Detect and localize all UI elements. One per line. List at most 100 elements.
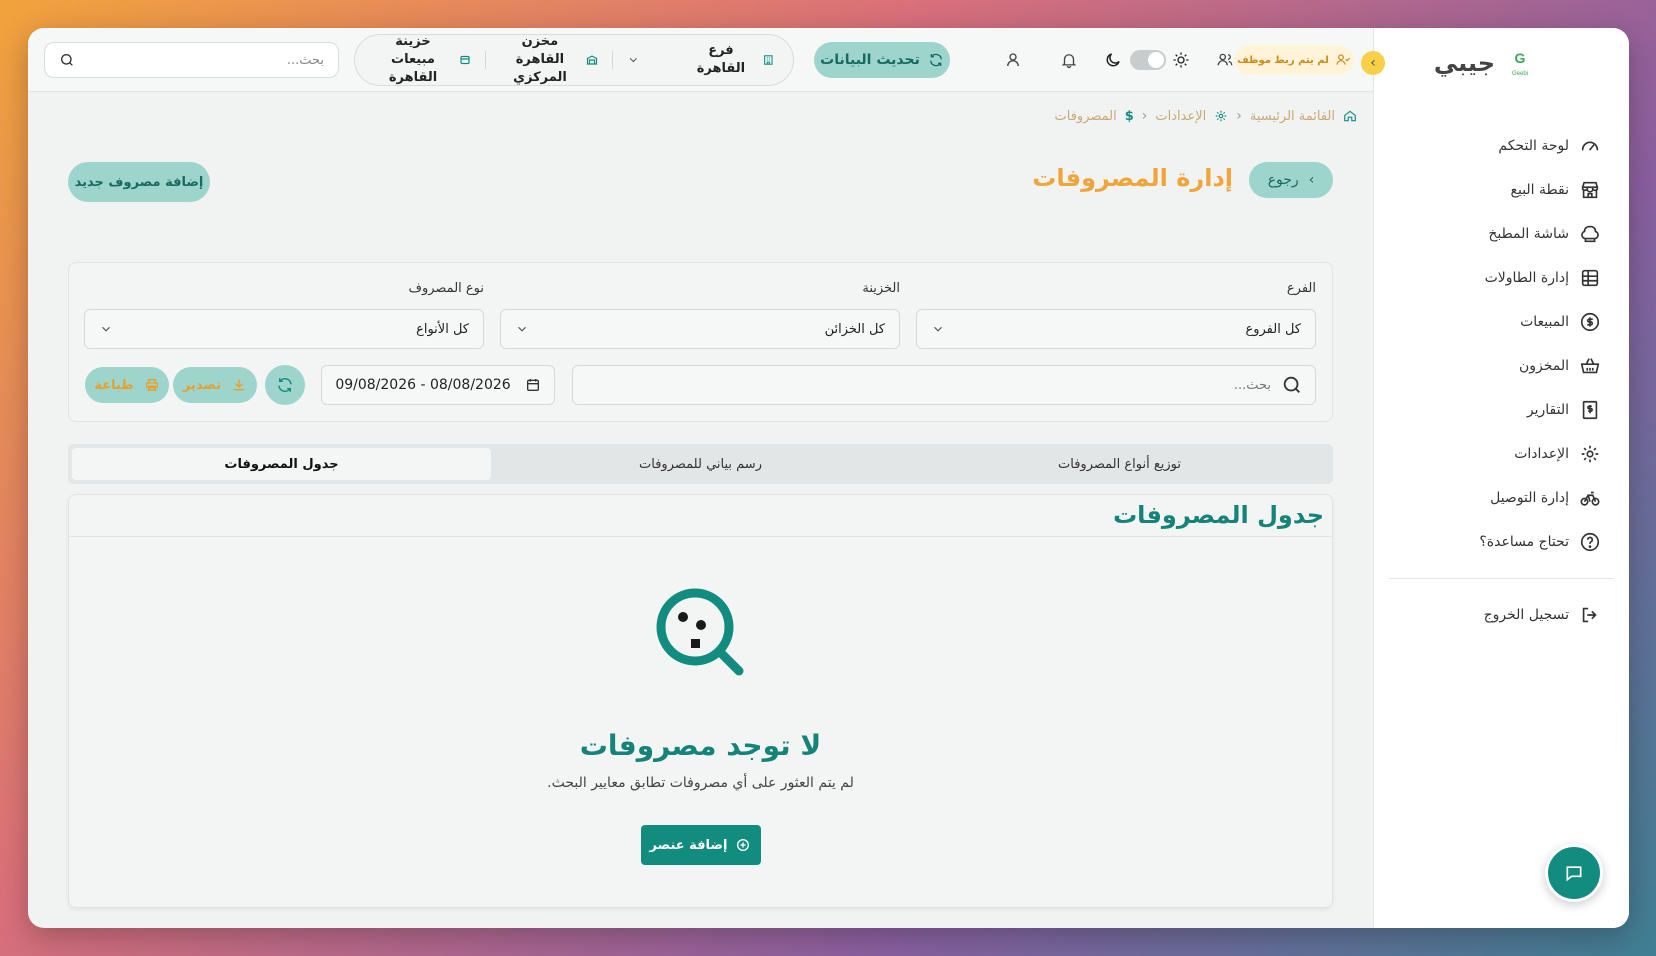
card-header: جدول المصروفات [69, 495, 1332, 537]
sidebar-item-settings[interactable]: الإعدادات [1373, 432, 1629, 476]
view-tabs: توزيع أنواع المصروفات رسم بياني للمصروفا… [68, 444, 1333, 484]
search-placeholder: بحث... [286, 52, 324, 68]
calendar-icon [526, 379, 539, 391]
sidebar-item-label: تحتاج مساعدة؟ [1479, 534, 1569, 550]
sidebar-item-dashboard[interactable]: لوحة التحكم [1373, 124, 1629, 168]
branch-selector[interactable]: فرع القاهرة [627, 42, 775, 78]
brand-name: جيبي [1433, 49, 1495, 77]
date-range-value: 09/08/2026 - 08/08/2026 [335, 377, 511, 393]
sidebar-item-label: إدارة الطاولات [1484, 270, 1569, 286]
sidebar-divider [1389, 578, 1613, 579]
export-button[interactable]: تصدير [173, 367, 257, 403]
refresh-data-button[interactable]: تحديث البيانات [814, 42, 950, 78]
refresh-label: تحديث البيانات [820, 52, 920, 68]
home-icon [1344, 110, 1356, 122]
page-title: إدارة المصروفات [1032, 164, 1233, 192]
type-filter-select[interactable]: كل الأنواع [84, 309, 484, 349]
refresh-icon [929, 53, 942, 67]
brand-logo: G Geebi [1507, 48, 1533, 78]
search-icon [60, 54, 73, 66]
sidebar-item-label: الإعدادات [1514, 446, 1569, 462]
brand[interactable]: G Geebi جيبي [1434, 48, 1533, 78]
back-label: رجوع [1267, 172, 1299, 188]
main-content: القائمة الرئيسية ‹ الإعدادات ‹ $ المصروف… [28, 92, 1373, 928]
sidebar-item-pos[interactable]: نقطة البيع [1373, 168, 1629, 212]
refresh-filters-button[interactable] [265, 365, 305, 405]
location-selector[interactable]: فرع القاهرة مخزن القاهرة المركزي خزينة م… [354, 34, 794, 86]
sidebar-item-reports[interactable]: التقارير [1373, 388, 1629, 432]
breadcrumb-settings[interactable]: الإعدادات [1155, 109, 1206, 124]
card-title: جدول المصروفات [1113, 501, 1324, 529]
treasury-info: خزينة مبيعات القاهرة [373, 33, 471, 87]
export-label: تصدير [182, 377, 222, 393]
type-filter-value: كل الأنواع [416, 321, 469, 337]
add-expense-button[interactable]: إضافة مصروف جديد [68, 162, 210, 202]
printer-icon [145, 379, 158, 391]
chevron-left-icon: ‹ [1236, 108, 1242, 124]
no-results-icon [651, 583, 751, 683]
building-icon [764, 55, 773, 65]
employee-status-badge[interactable]: لم يتم ربط موظف [1234, 45, 1354, 75]
tab-expense-types[interactable]: توزيع أنواع المصروفات [910, 448, 1329, 480]
moon-icon [1098, 42, 1128, 78]
cash-icon [460, 55, 470, 65]
expense-search-placeholder: بحث... [1233, 377, 1271, 393]
expense-search-input[interactable]: بحث... [572, 365, 1316, 405]
gear-icon [1216, 110, 1227, 122]
profile-button[interactable] [998, 42, 1028, 78]
empty-state-description: .لم يتم العثور على أي مصروفات تطابق معاي… [547, 775, 854, 791]
sidebar-item-tables[interactable]: إدارة الطاولات [1373, 256, 1629, 300]
chevron-down-icon [629, 58, 637, 63]
breadcrumb: القائمة الرئيسية ‹ الإعدادات ‹ $ المصروف… [1055, 108, 1357, 124]
filters-panel: الفرع كل الفروع الخزينة كل الخزائن نوع ا… [68, 262, 1333, 422]
brand-logo-text: Geebi [1512, 71, 1528, 77]
treasury-filter-value: كل الخزائن [824, 321, 885, 337]
divider [485, 51, 486, 69]
chevron-left-icon: ‹ [1141, 108, 1148, 124]
sidebar-item-delivery[interactable]: إدارة التوصيل [1373, 476, 1629, 520]
sidebar-item-inventory[interactable]: المخزون [1373, 344, 1629, 388]
warehouse-name: مخزن القاهرة المركزي [513, 34, 567, 85]
user-check-icon [1336, 54, 1350, 65]
print-label: طباعة [94, 377, 134, 393]
bike-icon [1580, 491, 1600, 506]
tab-expense-chart[interactable]: رسم بياني للمصروفات [491, 448, 910, 480]
date-range-picker[interactable]: 09/08/2026 - 08/08/2026 [321, 365, 555, 405]
help-circle-icon [1580, 532, 1600, 552]
global-search-input[interactable]: بحث... [44, 42, 339, 78]
chef-hat-icon [1581, 225, 1599, 243]
breadcrumb-home[interactable]: القائمة الرئيسية [1250, 109, 1335, 124]
logout-label: تسجيل الخروج [1483, 607, 1569, 623]
logout-button[interactable]: تسجيل الخروج [1373, 593, 1629, 637]
sidebar-item-label: نقطة البيع [1510, 182, 1569, 198]
logout-icon [1582, 607, 1597, 623]
sun-icon [1166, 42, 1196, 78]
back-button[interactable]: › رجوع [1249, 162, 1333, 198]
print-button[interactable]: طباعة [85, 367, 169, 403]
theme-toggle[interactable] [1130, 42, 1166, 78]
sidebar-item-label: المخزون [1518, 358, 1569, 374]
employee-status-text: لم يتم ربط موظف [1237, 54, 1329, 66]
divider [611, 51, 613, 69]
treasury-filter-select[interactable]: كل الخزائن [500, 309, 900, 349]
sidebar-item-label: المبيعات [1520, 314, 1569, 330]
sidebar-item-help[interactable]: تحتاج مساعدة؟ [1373, 520, 1629, 564]
sidebar: G Geebi جيبي لوحة التحكم نقطة البيع شاشة… [1373, 28, 1629, 928]
sidebar-item-kitchen[interactable]: شاشة المطبخ [1373, 212, 1629, 256]
bell-icon [1061, 54, 1077, 69]
user-icon [1007, 53, 1019, 67]
chevron-down-icon [102, 326, 110, 332]
branch-filter-select[interactable]: كل الفروع [916, 309, 1316, 349]
sidebar-item-sales[interactable]: المبيعات [1373, 300, 1629, 344]
theme-toggle-switch[interactable] [1130, 50, 1166, 70]
refresh-icon [278, 377, 292, 393]
tab-expense-table[interactable]: جدول المصروفات [72, 448, 491, 480]
gauge-icon [1581, 141, 1599, 151]
warehouse-info: مخزن القاهرة المركزي [500, 33, 598, 87]
sidebar-collapse-button[interactable]: ‹ [1361, 51, 1385, 75]
add-item-button[interactable]: إضافة عنصر [640, 825, 761, 865]
chevron-down-icon [934, 326, 942, 332]
warehouse-icon [586, 55, 598, 65]
chat-button[interactable] [1545, 844, 1603, 902]
notifications-button[interactable] [1054, 42, 1084, 78]
